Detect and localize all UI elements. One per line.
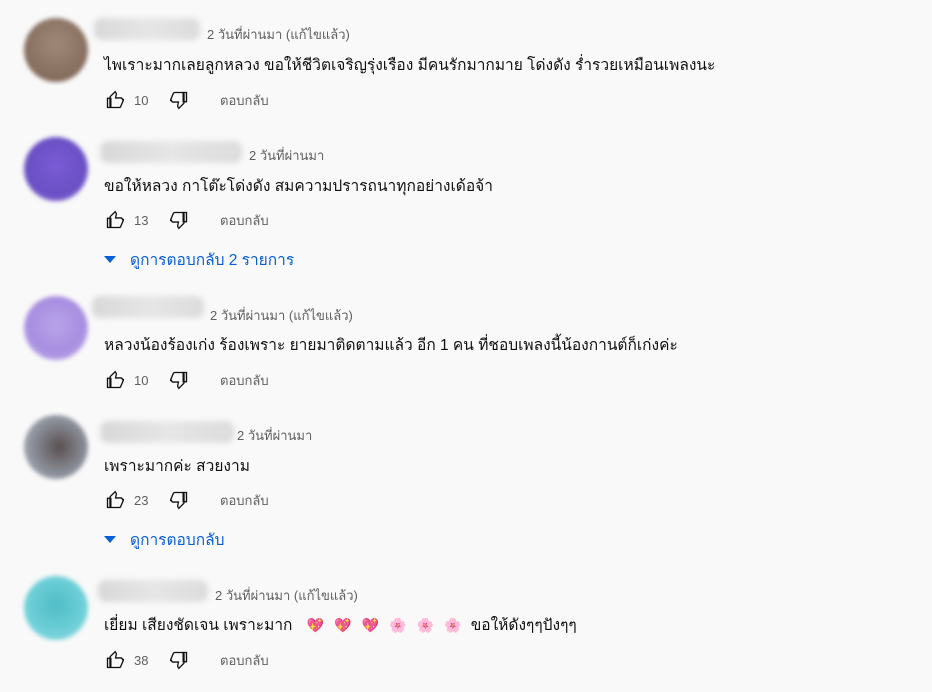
- like-icon[interactable]: [104, 649, 126, 671]
- author-name[interactable]: [98, 580, 208, 602]
- like-count: 38: [134, 652, 149, 668]
- comment-text: หลวงน้องร้องเก่ง ร้องเพราะ ยายมาติดตามแล…: [104, 337, 678, 354]
- like-icon[interactable]: [104, 489, 126, 511]
- timestamp[interactable]: 2 วันที่ผ่านมา: [237, 425, 312, 446]
- avatar[interactable]: [24, 576, 88, 640]
- author-name[interactable]: [94, 18, 200, 40]
- heart-emoji: 💖: [334, 617, 352, 633]
- comment-actions: 38 ตอบกลับ: [104, 649, 269, 671]
- view-replies-label: ดูการตอบกลับ 2 รายการ: [130, 252, 295, 269]
- like-count: 10: [134, 92, 149, 108]
- like-count: 23: [134, 492, 149, 508]
- chevron-down-icon: [104, 536, 116, 543]
- dislike-icon[interactable]: [168, 89, 190, 111]
- reply-button[interactable]: ตอบกลับ: [220, 210, 269, 231]
- author-name[interactable]: [92, 296, 204, 318]
- like-count: 13: [134, 212, 149, 228]
- comment-text: ไพเราะมากเลยลูกหลวง ขอให้ชีวิตเจริญรุ่งเ…: [104, 57, 716, 74]
- comment-text: เยี่ยม เสียงชัดเจน เพราะมาก 💖 💖 💖 🌸 🌸 🌸 ขอให้…: [104, 612, 577, 637]
- reply-button[interactable]: ตอบกลับ: [220, 650, 269, 671]
- chevron-down-icon: [104, 256, 116, 263]
- comment-text: เพราะมากค่ะ สวยงาม: [104, 458, 250, 475]
- reply-button[interactable]: ตอบกลับ: [220, 90, 269, 111]
- timestamp[interactable]: 2 วันที่ผ่านมา (แก้ไขแล้ว): [210, 305, 353, 326]
- heart-emoji: 💖: [361, 617, 380, 633]
- avatar[interactable]: [24, 415, 88, 479]
- dislike-icon[interactable]: [168, 369, 190, 391]
- author-name[interactable]: [100, 141, 242, 163]
- comment-actions: 23 ตอบกลับ: [104, 489, 269, 511]
- like-count: 10: [134, 372, 149, 388]
- reply-button[interactable]: ตอบกลับ: [220, 370, 269, 391]
- timestamp[interactable]: 2 วันที่ผ่านมา: [249, 145, 324, 166]
- like-icon[interactable]: [104, 209, 126, 231]
- view-replies-button[interactable]: ดูการตอบกลับ: [104, 527, 224, 552]
- comment-actions: 10 ตอบกลับ: [104, 89, 269, 111]
- comment-text-prefix: เยี่ยม เสียงชัดเจน เพราะมาก: [104, 617, 293, 634]
- comment-text-suffix: ขอให้ดังๆๆปังๆๆ: [470, 617, 577, 634]
- timestamp[interactable]: 2 วันที่ผ่านมา (แก้ไขแล้ว): [207, 24, 350, 45]
- avatar[interactable]: [24, 18, 88, 82]
- avatar[interactable]: [24, 296, 88, 360]
- timestamp[interactable]: 2 วันที่ผ่านมา (แก้ไขแล้ว): [215, 585, 358, 606]
- comment-actions: 10 ตอบกลับ: [104, 369, 269, 391]
- avatar[interactable]: [24, 137, 88, 201]
- comment-text: ขอให้หลวง กาโต๊ะโด่งดัง สมความปรารถนาทุก…: [104, 178, 493, 195]
- heart-emoji: 💖: [306, 617, 325, 633]
- like-icon[interactable]: [104, 369, 126, 391]
- dislike-icon[interactable]: [168, 489, 190, 511]
- dislike-icon[interactable]: [168, 209, 190, 231]
- like-icon[interactable]: [104, 89, 126, 111]
- view-replies-label: ดูการตอบกลับ: [130, 532, 225, 549]
- flower-emoji: 🌸: [389, 617, 407, 633]
- view-replies-button[interactable]: ดูการตอบกลับ 2 รายการ: [104, 247, 294, 272]
- flower-emoji: 🌸: [443, 617, 462, 633]
- comment-actions: 13 ตอบกลับ: [104, 209, 269, 231]
- flower-emoji: 🌸: [416, 617, 434, 633]
- author-name[interactable]: [100, 421, 234, 443]
- dislike-icon[interactable]: [168, 649, 190, 671]
- reply-button[interactable]: ตอบกลับ: [220, 490, 269, 511]
